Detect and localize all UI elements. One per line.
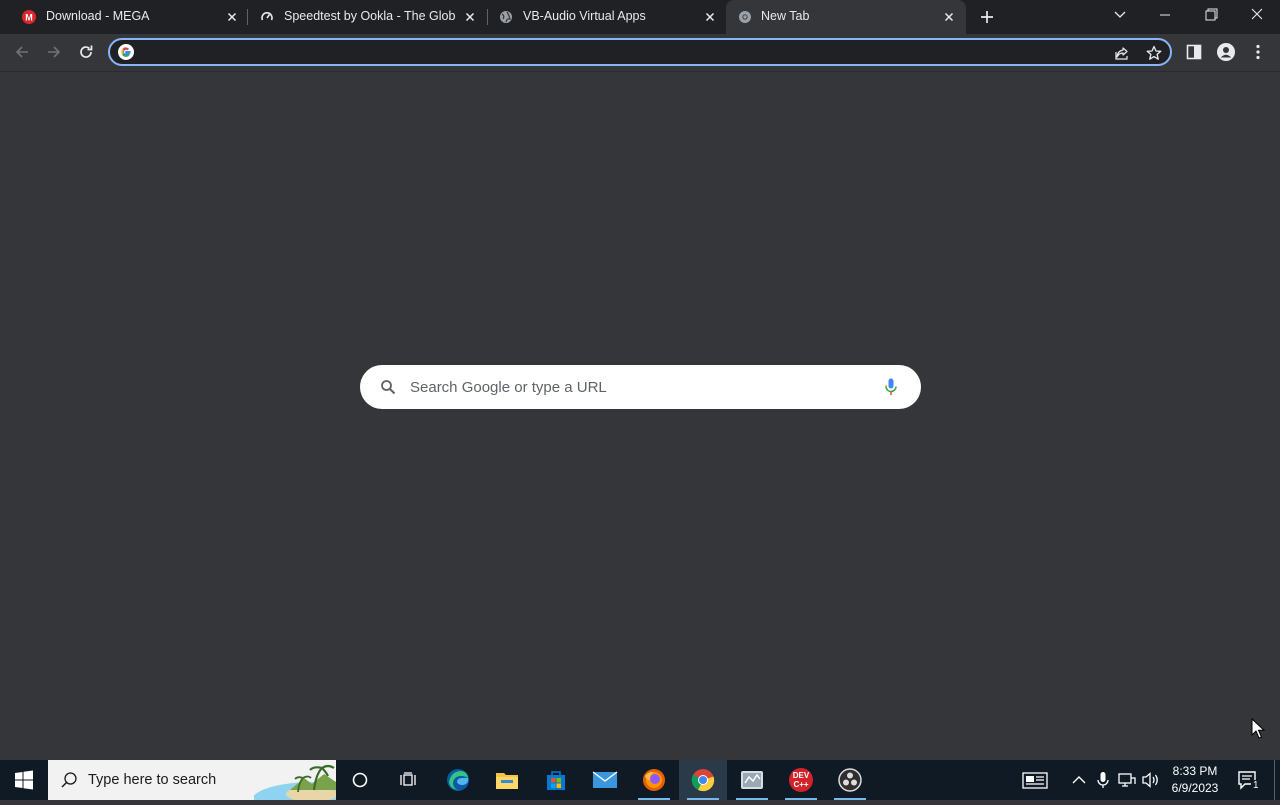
microsoft-store-icon[interactable] (532, 760, 580, 800)
system-clock[interactable]: 8:33 PM 6/9/2023 (1166, 763, 1224, 797)
microphone-icon[interactable] (1093, 770, 1113, 790)
browser-toolbar (0, 34, 1280, 72)
close-tab-icon[interactable] (941, 9, 957, 25)
mega-icon: M (22, 10, 36, 24)
task-view-icon[interactable] (384, 760, 432, 800)
tab-title: VB-Audio Virtual Apps (523, 9, 646, 23)
chrome-icon[interactable] (679, 760, 727, 800)
taskbar-search-text: Type here to search (88, 772, 217, 788)
side-panel-icon[interactable] (1184, 42, 1204, 62)
mail-icon[interactable] (581, 760, 629, 800)
volume-icon[interactable] (1141, 770, 1161, 790)
voice-search-icon[interactable] (882, 377, 900, 397)
dev-cpp-icon[interactable]: DEV C++ (777, 760, 825, 800)
show-desktop-button[interactable] (1274, 760, 1275, 800)
search-icon (60, 771, 78, 789)
tab-speedtest[interactable]: Speedtest by Ookla - The Global (260, 0, 486, 34)
close-window-icon[interactable] (1247, 6, 1267, 24)
back-button[interactable] (12, 42, 32, 62)
tab-strip: M Download - MEGA Speedtest by Ookla - T… (0, 0, 1280, 34)
dev-badge-text: DEV C++ (789, 771, 813, 789)
ntp-search-input[interactable] (410, 376, 860, 398)
search-highlight-illustration (252, 760, 336, 800)
address-input[interactable] (140, 43, 1100, 61)
tab-title: New Tab (761, 9, 810, 23)
tab-title: Download - MEGA (46, 9, 150, 23)
search-icon (380, 379, 396, 395)
windows-taskbar: Type here to search DEV C++ 8:33 PM 6/9/… (0, 760, 1280, 800)
menu-icon[interactable] (1248, 42, 1268, 62)
tab-vb-audio[interactable]: VB-Audio Virtual Apps (499, 0, 725, 34)
svg-text:M: M (25, 13, 33, 23)
forward-button[interactable] (44, 42, 64, 62)
bookmark-star-icon[interactable] (1146, 45, 1162, 61)
tab-separator (247, 9, 248, 25)
cortana-icon[interactable] (336, 760, 384, 800)
notification-count: 1 (1251, 780, 1261, 792)
action-center-icon[interactable]: 1 (1236, 768, 1261, 792)
reload-button[interactable] (76, 42, 96, 62)
firefox-icon[interactable] (630, 760, 678, 800)
minimize-icon[interactable] (1155, 6, 1175, 24)
taskbar-search-box[interactable]: Type here to search (48, 760, 336, 800)
start-button[interactable] (0, 760, 48, 800)
dev-badge-bottom: C++ (793, 780, 809, 789)
tab-separator (487, 9, 488, 25)
globe-icon (499, 10, 513, 24)
network-icon[interactable] (1117, 770, 1137, 790)
profile-icon[interactable] (1216, 42, 1236, 62)
file-explorer-icon[interactable] (483, 760, 531, 800)
restore-icon[interactable] (1201, 6, 1221, 24)
chevron-up-icon[interactable] (1069, 770, 1089, 790)
mouse-cursor-icon (1251, 717, 1266, 740)
new-tab-button[interactable] (978, 8, 996, 26)
close-tab-icon[interactable] (224, 9, 240, 25)
address-bar[interactable] (108, 38, 1172, 66)
tab-mega[interactable]: M Download - MEGA (22, 0, 248, 34)
dev-badge-top: DEV (792, 771, 810, 780)
edge-icon[interactable] (434, 760, 482, 800)
share-icon[interactable] (1114, 45, 1130, 61)
new-tab-page (0, 72, 1280, 760)
tab-title: Speedtest by Ookla - The Global (284, 9, 456, 23)
speedtest-icon (260, 10, 274, 24)
audio-app-icon[interactable] (728, 760, 776, 800)
obs-icon[interactable] (826, 760, 874, 800)
chrome-icon (738, 10, 752, 24)
tab-search-icon[interactable] (1110, 6, 1130, 24)
close-tab-icon[interactable] (702, 9, 718, 25)
google-icon (118, 44, 134, 60)
clock-time: 8:33 PM (1172, 764, 1218, 778)
news-widget-icon[interactable] (1022, 770, 1048, 790)
ntp-search-box[interactable] (360, 365, 921, 409)
clock-date: 6/9/2023 (1171, 781, 1219, 795)
close-tab-icon[interactable] (462, 9, 478, 25)
tab-new-tab[interactable]: New Tab (726, 0, 966, 34)
